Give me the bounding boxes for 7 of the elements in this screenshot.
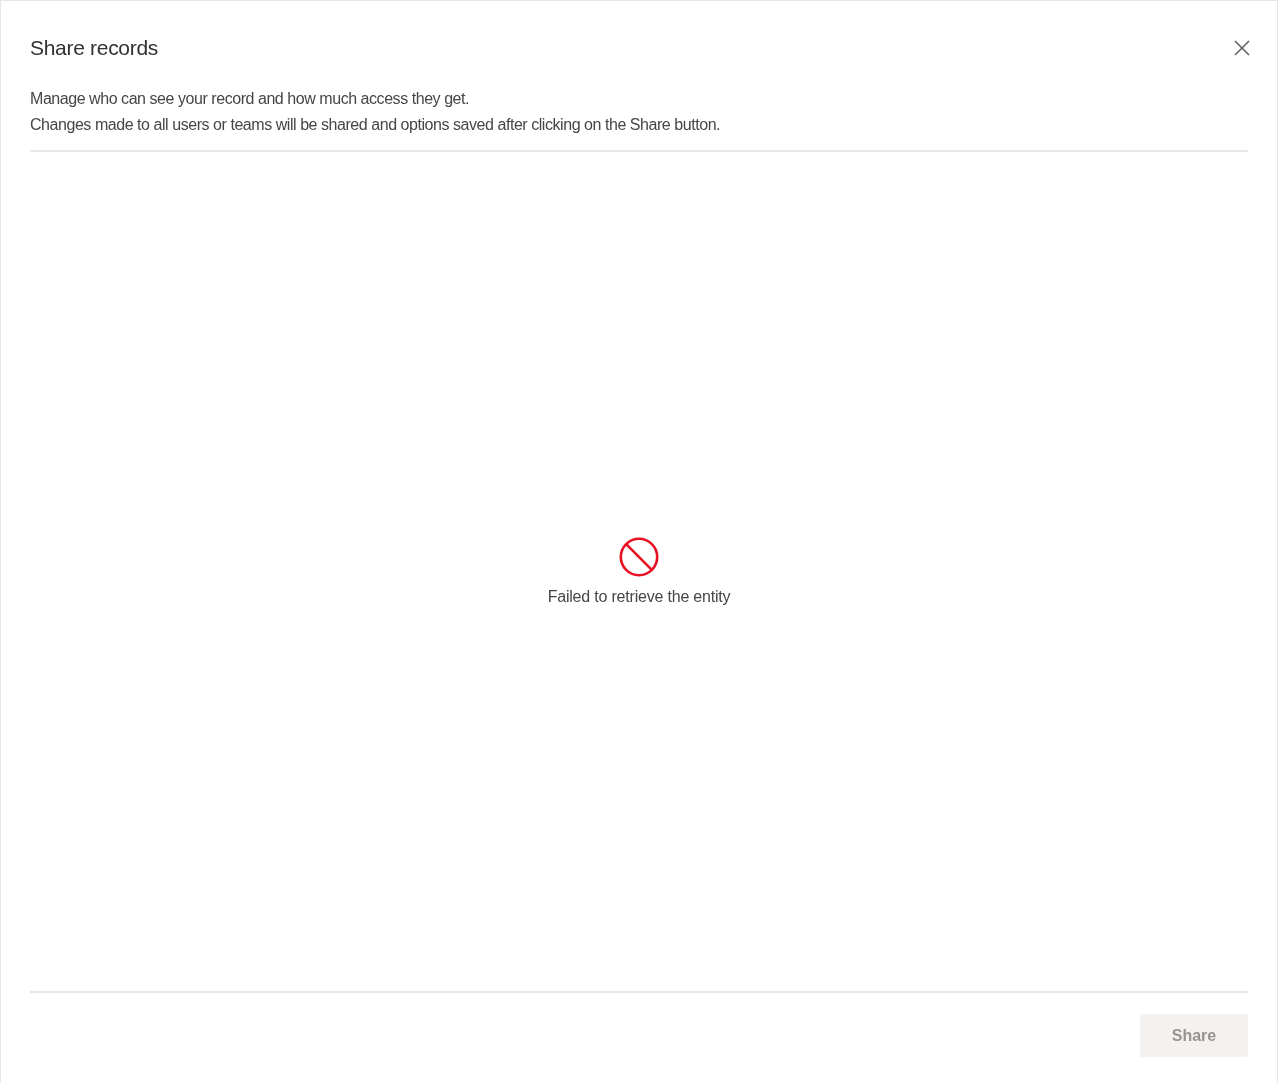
close-button[interactable] bbox=[1234, 39, 1250, 56]
dialog-title: Share records bbox=[30, 34, 158, 61]
description-text: Manage who can see your record and how much access they get. bbox=[30, 89, 470, 109]
prohibited-icon bbox=[619, 536, 659, 577]
error-message: Failed to retrieve the entity bbox=[547, 586, 731, 607]
close-icon bbox=[1234, 39, 1250, 56]
description-text: Changes made to all users or teams will be shared and options saved after clicking on the Share button. bbox=[30, 115, 721, 135]
